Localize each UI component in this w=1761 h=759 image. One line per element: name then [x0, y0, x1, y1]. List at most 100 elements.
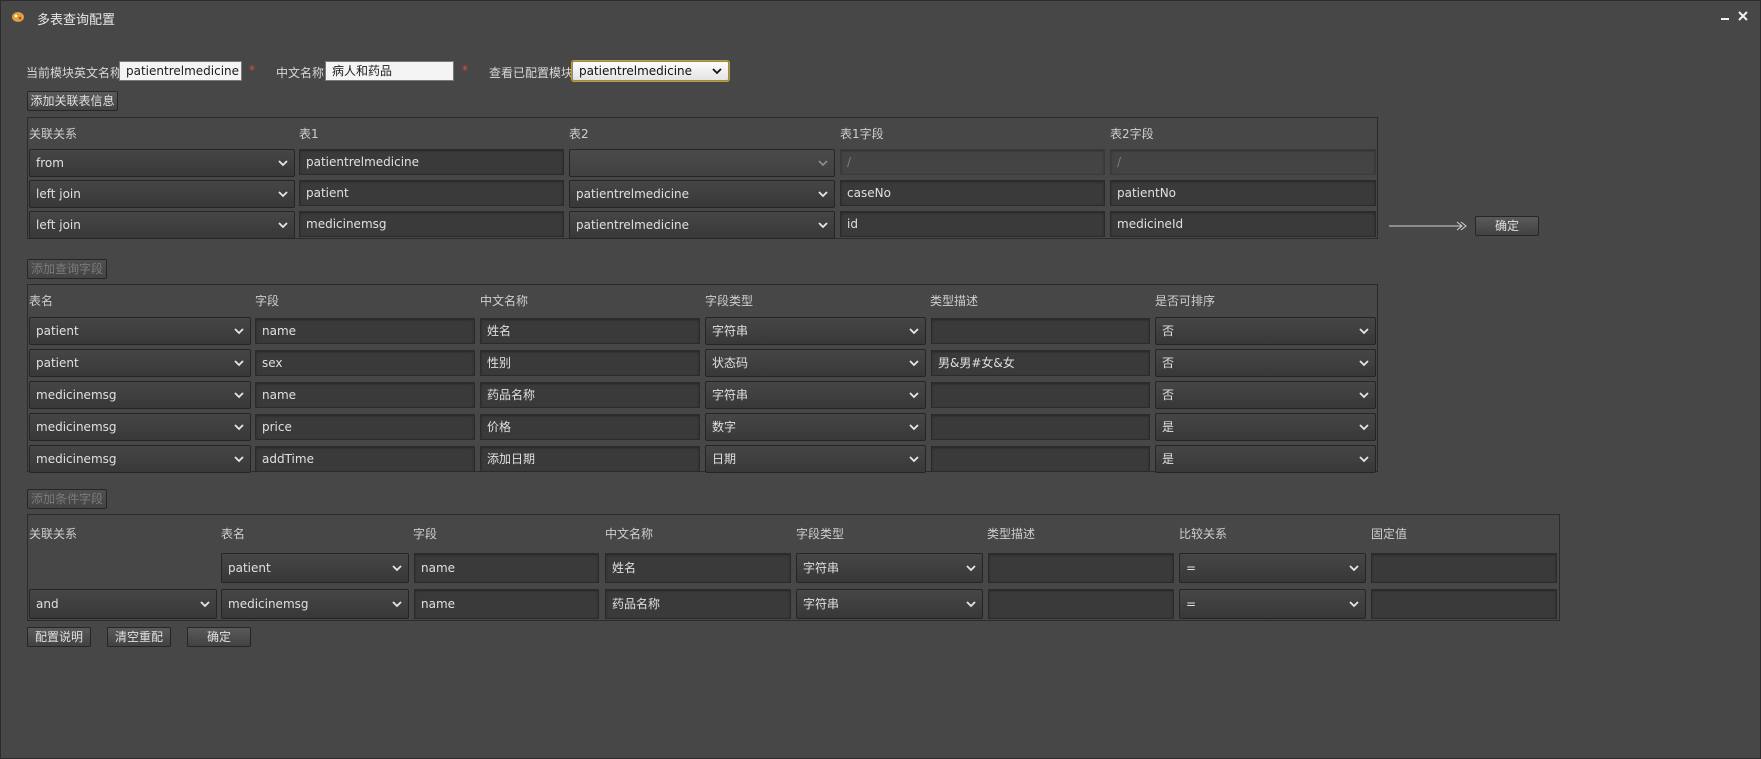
query-type-select[interactable]: 日期 — [705, 445, 926, 473]
cond-desc-input[interactable] — [988, 589, 1174, 619]
confirm-button[interactable]: 确定 — [187, 627, 251, 647]
query-sortable-select[interactable]: 否 — [1155, 317, 1376, 345]
cond-col-fixed: 固定值 — [1371, 527, 1408, 541]
query-cn-name-input[interactable]: 添加日期 — [480, 446, 700, 472]
chevron-down-icon — [966, 565, 976, 572]
chevron-down-icon — [818, 191, 828, 198]
cond-type-select[interactable]: 字符串 — [796, 589, 983, 619]
query-type-value: 字符串 — [712, 388, 749, 402]
view-configured-value: patientrelmedicine — [579, 64, 693, 78]
module-en-input[interactable]: patientrelmedicine — [119, 61, 242, 81]
query-field-input[interactable]: name — [255, 382, 475, 408]
query-table-value: patient — [36, 356, 79, 370]
cond-col-compare: 比较关系 — [1179, 527, 1228, 541]
join-table2-select[interactable]: patientrelmedicine — [569, 180, 835, 208]
query-field-input[interactable]: price — [255, 414, 475, 440]
chevron-down-icon — [1349, 565, 1359, 572]
chevron-down-icon — [909, 360, 919, 367]
cond-table-select[interactable]: medicinemsg — [221, 589, 409, 619]
join-col-field1: 表1字段 — [840, 127, 884, 141]
query-table-select[interactable]: medicinemsg — [29, 381, 251, 409]
query-sortable-select[interactable]: 否 — [1155, 349, 1376, 377]
query-table-select[interactable]: medicinemsg — [29, 413, 251, 441]
cond-cn-name-input[interactable]: 姓名 — [605, 553, 791, 583]
join-table2-select[interactable]: patientrelmedicine — [569, 211, 835, 239]
cond-col-type: 字段类型 — [796, 527, 845, 541]
join-field1-input[interactable]: / — [840, 149, 1105, 175]
query-table-value: patient — [36, 324, 79, 338]
cond-compare-select[interactable]: = — [1179, 553, 1366, 583]
query-table-select[interactable]: patient — [29, 317, 251, 345]
cond-desc-input[interactable] — [988, 553, 1174, 583]
join-confirm-button[interactable]: 确定 — [1475, 216, 1539, 236]
query-sortable-select[interactable]: 否 — [1155, 381, 1376, 409]
chevron-down-icon — [1359, 328, 1369, 335]
query-table-value: medicinemsg — [36, 420, 117, 434]
join-table1-input[interactable]: patientrelmedicine — [299, 149, 564, 175]
cond-compare-value: = — [1186, 561, 1197, 575]
reset-config-button[interactable]: 清空重配 — [107, 627, 171, 647]
join-table1-input[interactable]: medicinemsg — [299, 211, 564, 237]
view-configured-select[interactable]: patientrelmedicine — [572, 61, 729, 81]
cond-type-select[interactable]: 字符串 — [796, 553, 983, 583]
join-table2-select[interactable] — [569, 149, 835, 177]
add-condition-field-button[interactable]: 添加条件字段 — [27, 489, 107, 509]
query-desc-input[interactable] — [931, 446, 1150, 472]
cond-table-select[interactable]: patient — [221, 553, 409, 583]
query-type-select[interactable]: 状态码 — [705, 349, 926, 377]
query-field-input[interactable]: addTime — [255, 446, 475, 472]
join-field2-input[interactable]: / — [1110, 149, 1376, 175]
join-field1-input[interactable]: caseNo — [840, 180, 1105, 206]
join-table1-input[interactable]: patient — [299, 180, 564, 206]
add-query-field-button[interactable]: 添加查询字段 — [27, 259, 107, 279]
cond-fixed-input[interactable] — [1371, 589, 1557, 619]
query-type-select[interactable]: 字符串 — [705, 381, 926, 409]
close-icon[interactable] — [1736, 9, 1750, 23]
chevron-down-icon — [278, 222, 288, 229]
cond-fixed-input[interactable] — [1371, 553, 1557, 583]
query-cn-name-input[interactable]: 姓名 — [480, 318, 700, 344]
module-cn-input[interactable]: 病人和药品 — [325, 61, 454, 81]
query-table-select[interactable]: medicinemsg — [29, 445, 251, 473]
module-en-label: 当前模块英文名称 — [26, 66, 123, 80]
join-field2-input[interactable]: medicineId — [1110, 211, 1376, 237]
join-relation-select[interactable]: left join — [29, 211, 295, 239]
query-cn-name-input[interactable]: 价格 — [480, 414, 700, 440]
cond-relation-select[interactable]: and — [29, 589, 217, 619]
query-type-value: 状态码 — [712, 356, 749, 370]
query-field-input[interactable]: name — [255, 318, 475, 344]
query-type-select[interactable]: 字符串 — [705, 317, 926, 345]
query-table-select[interactable]: patient — [29, 349, 251, 377]
add-join-button[interactable]: 添加关联表信息 — [27, 91, 118, 111]
cond-type-value: 字符串 — [803, 561, 840, 575]
chevron-down-icon — [966, 601, 976, 608]
query-cn-name-input[interactable]: 药品名称 — [480, 382, 700, 408]
query-cn-name-input[interactable]: 性别 — [480, 350, 700, 376]
query-desc-input[interactable]: 男&男#女&女 — [931, 350, 1150, 376]
config-help-button[interactable]: 配置说明 — [27, 627, 91, 647]
join-relation-select[interactable]: left join — [29, 180, 295, 208]
cond-col-field: 字段 — [413, 527, 438, 541]
chevron-down-icon — [234, 392, 244, 399]
query-desc-input[interactable] — [931, 382, 1150, 408]
cond-table-value: medicinemsg — [228, 597, 309, 611]
cond-field-input[interactable]: name — [414, 553, 599, 583]
query-sortable-select[interactable]: 是 — [1155, 445, 1376, 473]
query-type-select[interactable]: 数字 — [705, 413, 926, 441]
join-relation-select[interactable]: from — [29, 149, 295, 177]
query-table-value: medicinemsg — [36, 388, 117, 402]
query-field-input[interactable]: sex — [255, 350, 475, 376]
cond-col-relation: 关联关系 — [29, 527, 78, 541]
cond-field-input[interactable]: name — [414, 589, 599, 619]
query-sortable-select[interactable]: 是 — [1155, 413, 1376, 441]
query-desc-input[interactable] — [931, 414, 1150, 440]
query-desc-input[interactable] — [931, 318, 1150, 344]
join-field1-input[interactable]: id — [840, 211, 1105, 237]
join-field2-input[interactable]: patientNo — [1110, 180, 1376, 206]
cond-table-value: patient — [228, 561, 271, 575]
cond-cn-name-input[interactable]: 药品名称 — [605, 589, 791, 619]
cond-compare-select[interactable]: = — [1179, 589, 1366, 619]
join-col-table2: 表2 — [569, 127, 589, 141]
minimize-icon[interactable] — [1718, 9, 1732, 23]
query-sortable-value: 否 — [1162, 356, 1175, 370]
